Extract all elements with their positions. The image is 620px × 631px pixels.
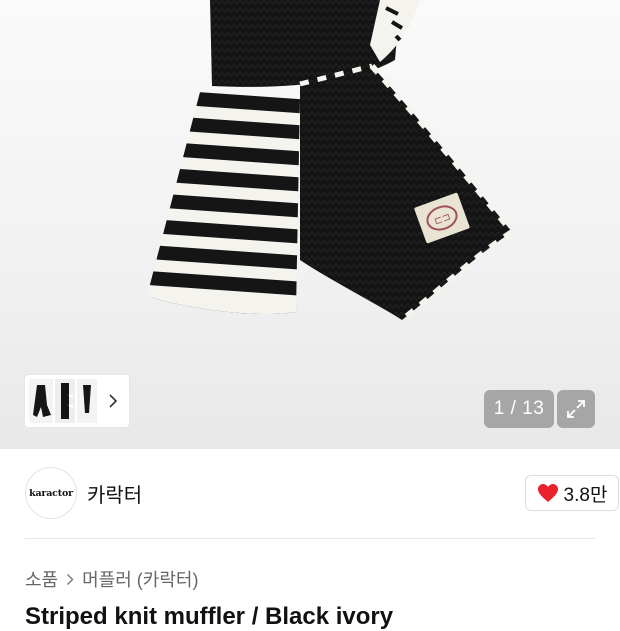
thumbnail-images[interactable] <box>25 375 101 427</box>
chevron-right-icon <box>66 573 74 586</box>
brand-logo-text: karactor <box>29 487 73 499</box>
brand-name[interactable]: 카락터 <box>87 479 142 508</box>
like-count: 3.8만 <box>563 484 608 506</box>
brand-row: karactor 카락터 3.8만 <box>25 467 619 519</box>
breadcrumb: 소품 머플러 (카락터) <box>25 566 198 592</box>
product-title: Striped knit muffler / Black ivory <box>25 603 394 630</box>
image-counter: 1 / 13 <box>484 390 554 428</box>
divider <box>25 538 595 539</box>
breadcrumb-item-subcategory[interactable]: 머플러 (카락터) <box>82 566 198 592</box>
breadcrumb-item-category[interactable]: 소품 <box>25 566 58 592</box>
expand-button[interactable] <box>557 390 595 428</box>
brand-logo[interactable]: karactor <box>25 467 77 519</box>
chevron-right-icon[interactable] <box>101 375 125 427</box>
expand-icon <box>567 400 585 418</box>
product-image-gallery[interactable]: ⊏⊐ 1 / 13 <box>0 0 620 449</box>
heart-icon <box>537 484 558 502</box>
image-counter-text: 1 / 13 <box>493 398 545 419</box>
like-button[interactable]: 3.8만 <box>525 475 619 511</box>
thumbnail-strip[interactable] <box>25 375 129 427</box>
